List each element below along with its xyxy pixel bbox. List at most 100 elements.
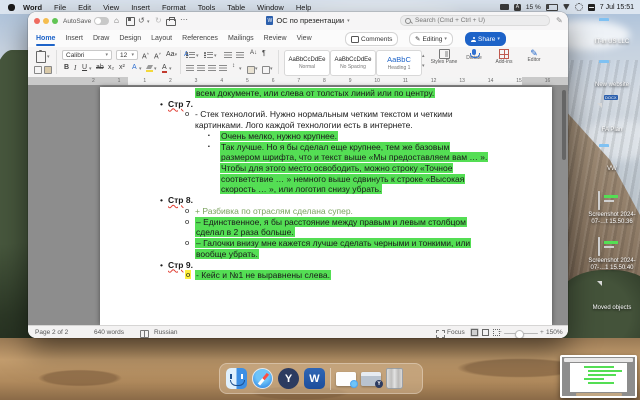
- tab-view[interactable]: View: [292, 31, 317, 46]
- minimize-button[interactable]: [43, 18, 49, 24]
- battery-icon[interactable]: [545, 3, 558, 11]
- shrink-font-button[interactable]: A˅: [154, 51, 161, 60]
- document-page[interactable]: всем документе, или слева от толстых лин…: [100, 87, 552, 325]
- strikethrough-button[interactable]: ab: [96, 64, 104, 71]
- page-indicator[interactable]: Page 2 of 2: [35, 329, 68, 336]
- menu-help[interactable]: Help: [290, 3, 317, 12]
- zoom-in-button[interactable]: +: [540, 329, 544, 336]
- tab-mailings[interactable]: Mailings: [223, 31, 259, 46]
- align-center-button[interactable]: [197, 65, 205, 71]
- tab-home[interactable]: Home: [31, 31, 60, 46]
- focus-icon[interactable]: [436, 329, 445, 338]
- focus-label[interactable]: Focus: [447, 329, 465, 336]
- increase-indent-button[interactable]: [236, 52, 244, 58]
- align-left-button[interactable]: [186, 65, 194, 71]
- input-source-icon[interactable]: A: [513, 3, 521, 11]
- decrease-indent-button[interactable]: [224, 52, 232, 58]
- undo-icon[interactable]: ↺: [138, 17, 145, 25]
- text-effects-button[interactable]: A: [132, 64, 137, 71]
- copy-icon[interactable]: [34, 66, 42, 74]
- sync-spinner-icon[interactable]: [574, 3, 583, 11]
- search-input[interactable]: [400, 15, 550, 26]
- format-painter-icon[interactable]: [44, 66, 52, 74]
- wifi-icon[interactable]: [562, 4, 570, 10]
- font-size-select[interactable]: 12 ▾: [116, 50, 138, 60]
- view-print-layout-button[interactable]: [470, 328, 479, 337]
- bullet-list-button[interactable]: [186, 52, 195, 58]
- screenshot-preview-thumbnail[interactable]: [560, 355, 637, 398]
- keyboard-icon[interactable]: [499, 4, 509, 10]
- borders-chevron-icon[interactable]: ▾: [270, 66, 273, 72]
- view-web-layout-button[interactable]: [481, 328, 490, 337]
- title-chevron-icon[interactable]: ▾: [347, 18, 350, 24]
- word-count[interactable]: 640 words: [94, 329, 124, 336]
- styles-gallery-down-icon[interactable]: ▾: [422, 63, 425, 69]
- shading-chevron-icon[interactable]: ▾: [255, 66, 258, 72]
- sort-button[interactable]: A↓: [250, 50, 257, 56]
- menu-view[interactable]: View: [97, 3, 125, 12]
- desktop-icon-screenshot[interactable]: [598, 237, 618, 256]
- align-right-button[interactable]: [208, 65, 216, 71]
- proofing-icon[interactable]: [140, 329, 149, 338]
- italic-button[interactable]: I: [74, 64, 76, 72]
- zoom-out-button[interactable]: −: [498, 329, 502, 336]
- paste-chevron-icon[interactable]: ▾: [47, 54, 50, 60]
- minimized-safari-window[interactable]: [336, 371, 358, 388]
- line-spacing-chevron-icon[interactable]: ▾: [239, 66, 242, 72]
- tab-draw[interactable]: Draw: [88, 31, 114, 46]
- menu-edit[interactable]: Edit: [72, 3, 97, 12]
- desktop-icon-label[interactable]: New website: [583, 82, 640, 89]
- tab-design[interactable]: Design: [114, 31, 146, 46]
- menu-insert[interactable]: Insert: [125, 3, 156, 12]
- zoom-slider-knob[interactable]: [515, 329, 524, 338]
- zoom-button[interactable]: [52, 18, 58, 24]
- zoom-level[interactable]: 150%: [546, 329, 563, 336]
- tab-insert[interactable]: Insert: [60, 31, 88, 46]
- print-icon[interactable]: [166, 17, 176, 26]
- menu-window[interactable]: Window: [251, 3, 290, 12]
- editing-button[interactable]: ✎ Editing ▾: [409, 32, 453, 46]
- font-color-chevron-icon[interactable]: ▾: [169, 66, 172, 72]
- line-spacing-button[interactable]: ↕: [232, 63, 235, 69]
- document-title[interactable]: ОС по презентации: [276, 16, 344, 25]
- font-color-button[interactable]: A: [162, 64, 167, 73]
- apple-menu-icon[interactable]: [8, 3, 15, 11]
- numbered-list-chevron-icon[interactable]: ▾: [214, 53, 217, 59]
- subscript-button[interactable]: x₂: [108, 64, 114, 71]
- pilcrow-button[interactable]: ¶: [262, 50, 266, 57]
- style-no-spacing[interactable]: AaBbCcDdEe No Spacing: [330, 50, 376, 76]
- shading-button[interactable]: [247, 66, 255, 74]
- styles-pane-button[interactable]: Styles Pane: [430, 49, 458, 66]
- underline-chevron-icon[interactable]: ▾: [89, 66, 92, 72]
- tab-review[interactable]: Review: [259, 31, 292, 46]
- tab-layout[interactable]: Layout: [146, 31, 177, 46]
- style-normal[interactable]: AaBbCcDdEe Normal: [284, 50, 330, 76]
- tab-references[interactable]: References: [177, 31, 223, 46]
- highlight-chevron-icon[interactable]: ▾: [154, 66, 157, 72]
- underline-button[interactable]: U: [82, 64, 87, 71]
- font-name-select[interactable]: Calibri ▾: [62, 50, 112, 60]
- more-commands-icon[interactable]: ⋯: [180, 16, 188, 24]
- safari-icon[interactable]: [252, 368, 273, 389]
- minimized-yandex-window[interactable]: Y: [361, 371, 383, 388]
- paste-button[interactable]: [36, 50, 46, 63]
- autosave-toggle[interactable]: [94, 17, 109, 25]
- home-icon[interactable]: ⌂: [114, 17, 119, 25]
- bold-button[interactable]: B: [64, 64, 69, 71]
- yandex-browser-icon[interactable]: Y: [278, 368, 299, 389]
- addins-button[interactable]: Add-ins: [490, 49, 518, 66]
- time-machine-icon[interactable]: [587, 3, 595, 11]
- sidebar-pencil-icon[interactable]: ✎: [556, 17, 563, 25]
- style-heading-1[interactable]: AaBbC Heading 1: [376, 50, 422, 76]
- desktop-icon-label[interactable]: VW: [583, 166, 640, 173]
- menu-table[interactable]: Table: [221, 3, 251, 12]
- superscript-button[interactable]: x²: [119, 64, 125, 71]
- menu-file[interactable]: File: [48, 3, 72, 12]
- menu-app[interactable]: Word: [17, 3, 48, 12]
- dictate-button[interactable]: Dictate: [460, 49, 488, 62]
- save-icon[interactable]: [126, 17, 135, 26]
- finder-icon[interactable]: [226, 368, 247, 389]
- justify-button[interactable]: [219, 65, 227, 71]
- vertical-scrollbar[interactable]: [562, 90, 566, 160]
- change-case-button[interactable]: Aa▾: [166, 51, 177, 58]
